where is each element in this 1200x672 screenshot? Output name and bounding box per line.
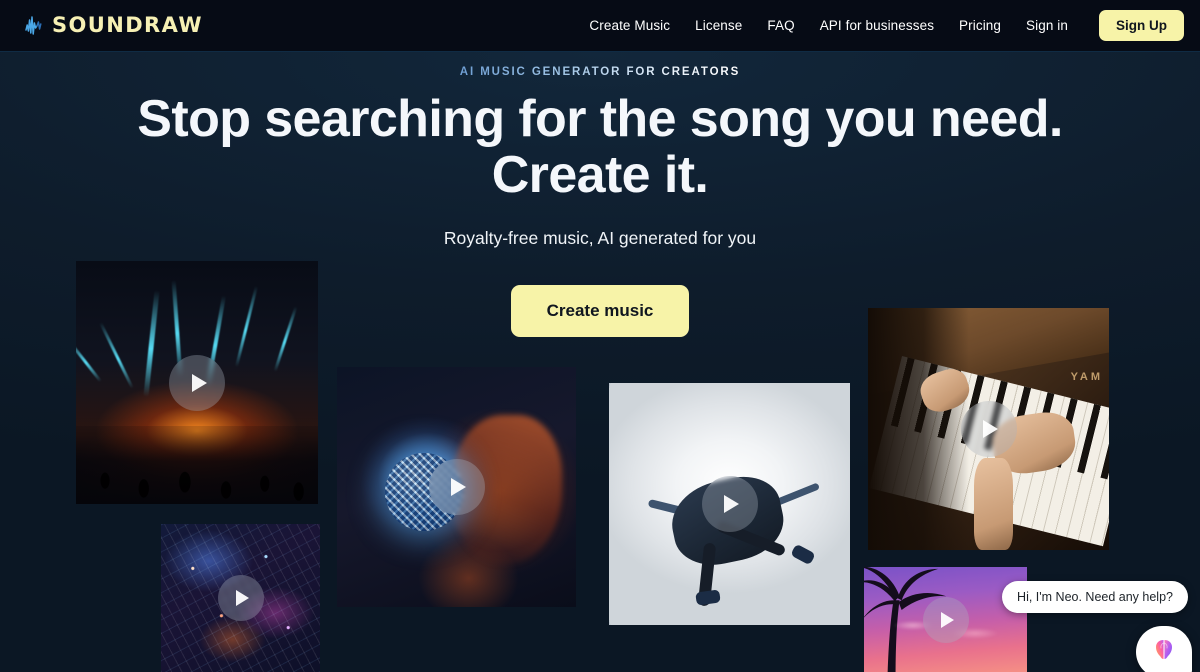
brain-icon: [1151, 637, 1177, 668]
nav-item-api-for-businesses[interactable]: API for businesses: [820, 18, 934, 33]
play-icon[interactable]: [428, 459, 485, 515]
hero-eyebrow: AI MUSIC GENERATOR FOR CREATORS: [459, 66, 741, 78]
media-tile-tropical-sunset[interactable]: [864, 567, 1027, 672]
headline-line-1: Stop searching for the song you need.: [137, 90, 1063, 148]
site-header: SOUNDRAW Create Music License FAQ API fo…: [0, 0, 1200, 52]
media-tile-piano-hands[interactable]: YAM: [868, 308, 1109, 550]
media-tile-night-city[interactable]: [161, 524, 320, 672]
page-title: Stop searching for the song you need. Cr…: [0, 90, 1200, 204]
create-music-button[interactable]: Create music: [510, 285, 690, 338]
media-tile-breakdancer[interactable]: [609, 383, 850, 625]
nav-item-sign-in[interactable]: Sign in: [1026, 18, 1068, 33]
play-icon[interactable]: [217, 575, 264, 621]
brand-logo[interactable]: SOUNDRAW: [24, 14, 203, 38]
sign-up-button[interactable]: Sign Up: [1099, 10, 1184, 41]
hero-subtitle: Royalty-free music, AI generated for you: [443, 228, 757, 249]
nav-item-pricing[interactable]: Pricing: [959, 18, 1001, 33]
nav-item-license[interactable]: License: [695, 18, 742, 33]
play-icon[interactable]: [701, 476, 758, 532]
play-icon[interactable]: [960, 401, 1017, 457]
play-icon[interactable]: [922, 596, 969, 643]
media-tile-disco-ball[interactable]: [337, 367, 576, 607]
headline-line-2: Create it.: [491, 145, 709, 204]
main-navigation: Create Music License FAQ API for busines…: [589, 10, 1184, 41]
chat-launcher-button[interactable]: [1136, 626, 1192, 672]
brand-name: SOUNDRAW: [52, 13, 203, 37]
play-icon[interactable]: [169, 354, 225, 411]
piano-brand-text: YAM: [1070, 370, 1103, 383]
nav-item-faq[interactable]: FAQ: [767, 18, 794, 33]
nav-item-create-music[interactable]: Create Music: [589, 18, 670, 33]
page-root: SOUNDRAW Create Music License FAQ API fo…: [0, 0, 1200, 672]
waveform-icon: [24, 14, 50, 38]
chat-greeting-message[interactable]: Hi, I'm Neo. Need any help?: [1002, 581, 1188, 613]
